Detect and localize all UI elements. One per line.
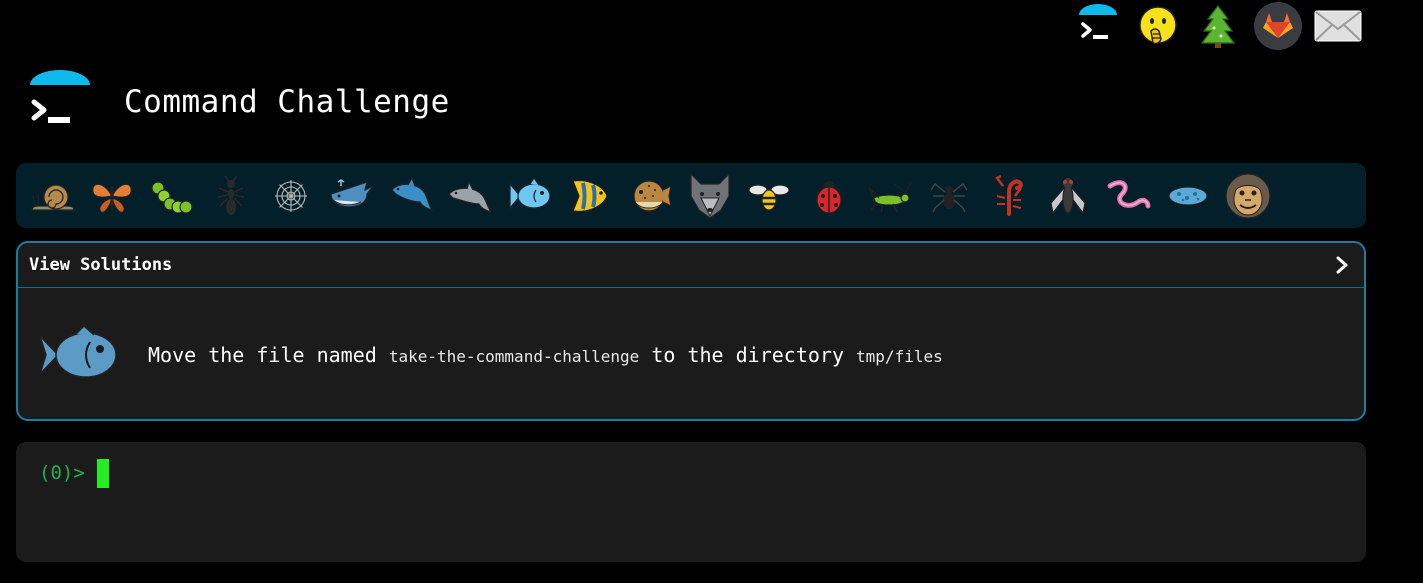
task-dir: tmp/files [856, 346, 943, 366]
task-text: Move the file named take-the-command-cha… [148, 343, 943, 367]
challenge-strip [16, 163, 1366, 228]
ladybug-icon [816, 180, 842, 214]
terminal-prompt-icon[interactable] [28, 70, 92, 134]
challenge-spider-web[interactable] [261, 168, 321, 224]
terminal-icon[interactable] [1068, 0, 1128, 52]
fish-icon [36, 324, 120, 386]
challenge-whale[interactable] [321, 168, 381, 224]
dolphin-icon [390, 176, 434, 211]
terminal[interactable]: (0)> [16, 442, 1366, 562]
caterpillar-icon [151, 180, 194, 214]
spider-web-icon [275, 179, 308, 212]
challenge-monkey[interactable] [1218, 168, 1278, 224]
ant-icon [218, 175, 245, 215]
challenge-ladybug[interactable] [799, 168, 859, 224]
app-header: Command Challenge [28, 70, 450, 134]
tropical-fish-icon [572, 179, 608, 212]
challenge-blowfish[interactable] [620, 168, 680, 224]
challenge-microbe[interactable] [1158, 168, 1218, 224]
worm-icon [1107, 179, 1151, 208]
task-middle: to the directory [639, 342, 857, 367]
scorpion-icon [994, 174, 1023, 216]
monkey-icon [1225, 172, 1271, 219]
page-title: Command Challenge [124, 84, 450, 120]
challenge-fish[interactable] [500, 168, 560, 224]
challenge-ant[interactable] [201, 168, 261, 224]
microbe-icon [1168, 185, 1208, 206]
challenge-worm[interactable] [1098, 168, 1158, 224]
challenge-dolphin-grey[interactable] [441, 168, 501, 224]
fly-icon [1050, 177, 1087, 214]
challenge-spider[interactable] [919, 168, 979, 224]
snail-icon [31, 183, 75, 211]
terminal-cursor [96, 458, 109, 488]
challenge-cricket[interactable] [859, 168, 919, 224]
dolphin-grey-icon [448, 179, 493, 213]
bee-icon [748, 183, 791, 211]
butterfly-icon [91, 183, 132, 213]
challenge-bee[interactable] [740, 168, 800, 224]
wolf-icon [690, 172, 730, 219]
challenge-fly[interactable] [1039, 168, 1099, 224]
hand-over-mouth-face-icon[interactable] [1128, 0, 1188, 52]
view-solutions-toggle[interactable]: View Solutions [18, 243, 1364, 288]
challenge-wolf[interactable] [680, 168, 740, 224]
gitlab-icon[interactable] [1248, 0, 1308, 52]
challenge-butterfly[interactable] [82, 168, 142, 224]
evergreen-tree-icon[interactable] [1188, 0, 1248, 52]
prompt-line[interactable]: (0)> [39, 458, 109, 488]
terminal-prompt: (0)> [39, 462, 85, 484]
blowfish-icon [633, 179, 672, 212]
cricket-icon [868, 181, 912, 212]
challenge-dolphin[interactable] [381, 168, 441, 224]
whale-icon [330, 178, 374, 207]
top-icon-bar [1068, 0, 1368, 52]
fish-icon [509, 176, 551, 210]
task-description: Move the file named take-the-command-cha… [18, 288, 1364, 419]
spider-icon [930, 182, 968, 212]
challenge-scorpion[interactable] [979, 168, 1039, 224]
envelope-icon[interactable] [1308, 0, 1368, 52]
task-file: take-the-command-challenge [388, 346, 640, 366]
challenge-caterpillar[interactable] [142, 168, 202, 224]
challenge-snail[interactable] [22, 168, 82, 224]
challenge-panel: View Solutions Move the file named take-… [16, 241, 1366, 421]
chevron-right-icon[interactable] [1332, 255, 1352, 275]
challenge-tropical-fish[interactable] [560, 168, 620, 224]
task-prefix: Move the file named [148, 342, 389, 367]
view-solutions-label: View Solutions [29, 255, 173, 275]
